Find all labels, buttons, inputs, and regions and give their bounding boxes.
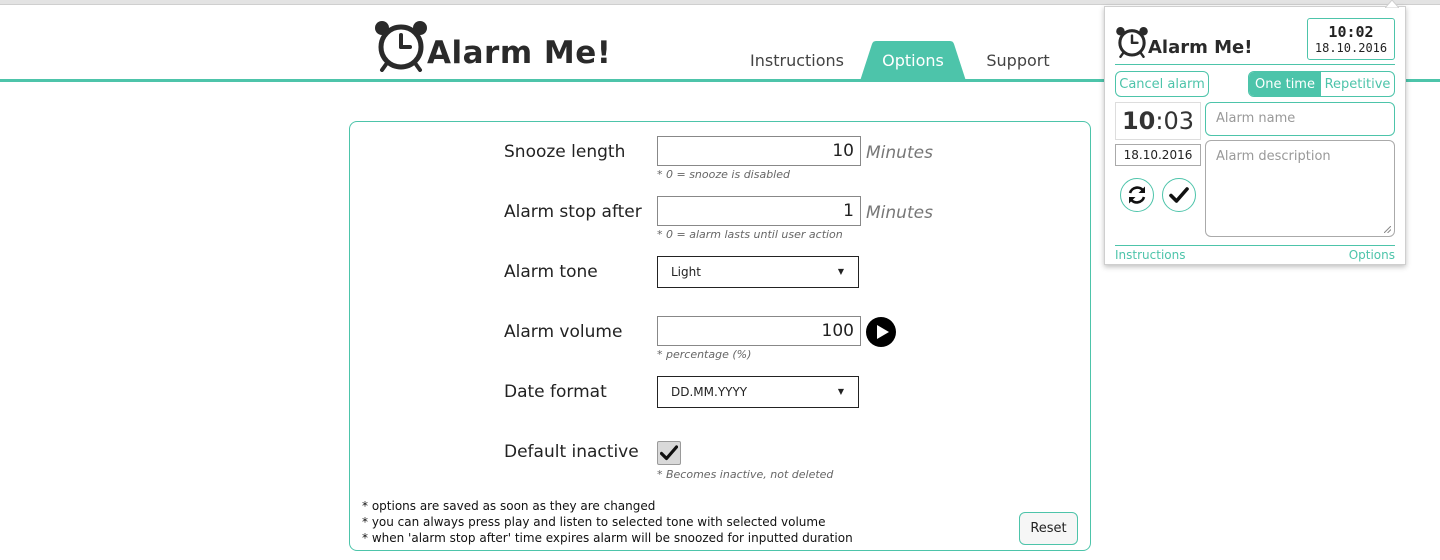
current-clock: 10:02 18.10.2016 xyxy=(1307,18,1395,60)
extension-popup: Alarm Me! 10:02 18.10.2016 Cancel alarm … xyxy=(1104,6,1406,265)
date-format-select[interactable]: DD.MM.YYYY ▼ xyxy=(657,376,859,408)
alarm-description-input[interactable]: Alarm description xyxy=(1205,140,1395,237)
tab-support[interactable]: Support xyxy=(978,40,1058,80)
chevron-down-icon: ▼ xyxy=(837,267,844,276)
refresh-button[interactable] xyxy=(1120,178,1154,212)
default-inactive-checkbox[interactable] xyxy=(657,441,681,465)
alarm-clock-icon xyxy=(375,21,427,72)
default-inactive-hint: * Becomes inactive, not deleted xyxy=(657,468,834,481)
snooze-length-hint: * 0 = snooze is disabled xyxy=(657,168,790,181)
alarm-clock-icon xyxy=(1116,27,1148,58)
cancel-alarm-button[interactable]: Cancel alarm xyxy=(1115,71,1209,97)
alarm-date-input[interactable]: 18.10.2016 xyxy=(1115,144,1201,166)
resize-grip-icon[interactable] xyxy=(1384,226,1391,233)
checkmark-icon xyxy=(1169,187,1189,203)
confirm-alarm-button[interactable] xyxy=(1162,178,1196,212)
tab-instructions[interactable]: Instructions xyxy=(745,40,849,80)
footnote-2: * you can always press play and listen t… xyxy=(362,515,826,529)
checkmark-icon xyxy=(660,445,678,461)
footnote-1: * options are saved as soon as they are … xyxy=(362,499,656,513)
alarm-stop-after-label: Alarm stop after xyxy=(504,202,642,222)
current-date: 18.10.2016 xyxy=(1314,41,1388,55)
tab-options[interactable]: Options xyxy=(860,40,966,81)
snooze-length-label: Snooze length xyxy=(504,142,626,162)
browser-top-edge xyxy=(0,0,1440,5)
alarm-volume-label: Alarm volume xyxy=(504,322,623,342)
popup-title: Alarm Me! xyxy=(1148,37,1253,58)
alarm-name-input[interactable]: Alarm name xyxy=(1205,102,1395,136)
date-format-label: Date format xyxy=(504,382,607,402)
chevron-down-icon: ▼ xyxy=(837,387,844,396)
alarm-mode-toggle: One time Repetitive xyxy=(1248,71,1395,97)
alarm-tone-label: Alarm tone xyxy=(504,262,598,282)
alarm-stop-after-unit: Minutes xyxy=(866,203,933,223)
popup-divider-bottom xyxy=(1115,245,1395,246)
popup-divider-top xyxy=(1115,64,1395,65)
alarm-time-input[interactable]: 10:03 xyxy=(1115,102,1201,140)
alarm-description-placeholder: Alarm description xyxy=(1216,149,1331,164)
alarm-stop-after-input[interactable]: 1 xyxy=(657,196,861,226)
mode-repetitive[interactable]: Repetitive xyxy=(1321,72,1394,96)
refresh-icon xyxy=(1128,186,1146,204)
reset-button[interactable]: Reset xyxy=(1019,512,1078,545)
alarm-stop-after-hint: * 0 = alarm lasts until user action xyxy=(657,228,843,241)
alarm-volume-hint: * percentage (%) xyxy=(657,348,752,361)
snooze-length-unit: Minutes xyxy=(866,143,933,163)
alarm-minutes: 03 xyxy=(1163,107,1195,135)
snooze-length-input[interactable]: 10 xyxy=(657,136,861,166)
popup-logo: Alarm Me! xyxy=(1115,24,1252,58)
current-time: 10:02 xyxy=(1328,23,1374,41)
alarm-tone-select[interactable]: Light ▼ xyxy=(657,256,859,288)
default-inactive-label: Default inactive xyxy=(504,442,639,462)
date-format-value: DD.MM.YYYY xyxy=(671,385,748,399)
tab-instructions-label: Instructions xyxy=(750,50,844,70)
alarm-volume-input[interactable]: 100 xyxy=(657,316,861,346)
tab-options-label: Options xyxy=(882,50,944,70)
popup-link-options[interactable]: Options xyxy=(1349,248,1395,262)
alarm-tone-value: Light xyxy=(671,265,701,279)
play-icon[interactable] xyxy=(866,317,896,347)
popup-notch xyxy=(1385,0,1399,8)
footnote-3: * when 'alarm stop after' time expires a… xyxy=(362,531,853,545)
popup-link-instructions[interactable]: Instructions xyxy=(1115,248,1185,262)
app-logo: Alarm Me! xyxy=(373,16,611,72)
app-title: Alarm Me! xyxy=(427,35,612,71)
alarm-time-separator: : xyxy=(1155,107,1164,135)
alarm-hours: 10 xyxy=(1121,107,1156,135)
tab-support-label: Support xyxy=(986,50,1050,70)
mode-one-time[interactable]: One time xyxy=(1249,72,1321,96)
